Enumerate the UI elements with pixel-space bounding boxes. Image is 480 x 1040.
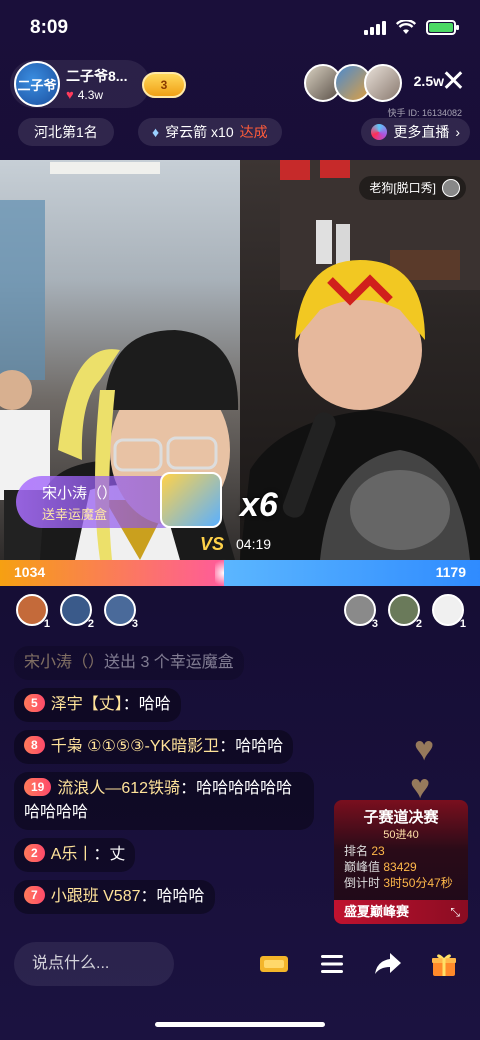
host-likes-count: 4.3w [77,87,104,102]
contributor-left-2[interactable]: 2 [60,594,94,630]
user-level-badge: 7 [24,886,45,904]
contributor-right-2[interactable]: 2 [388,594,422,630]
user-level-badge: 5 [24,694,45,712]
comment-input[interactable]: 说点什么... [14,942,174,986]
gift-icon[interactable] [424,944,464,984]
chat-text: 送出 3 个幸运魔盒 [104,654,234,671]
chat-text: ：哈哈哈 [219,738,284,755]
event-rank: 排名 23 [344,842,385,859]
chat-text: ：哈哈哈 [140,888,205,905]
user-level-badge: 2 [24,844,45,862]
close-icon[interactable]: ✕ [441,62,466,102]
home-indicator[interactable] [155,1022,325,1027]
chat-message[interactable]: 5 泽宇【丈】：哈哈 [14,688,181,722]
pk-score-bar: 1034 1179 [0,556,480,590]
bottom-bar: 说点什么... [0,938,480,988]
chat-list[interactable]: 宋小涛（）送出 3 个幸运魔盒 5 泽宇【丈】：哈哈 8 千枭 ①①⑤③-YK暗影卫… [14,646,334,922]
pk-left-score: 1034 [14,564,46,580]
gift-sender: 宋小涛（） [42,485,118,502]
event-card[interactable]: 子赛道决赛 50进40 排名 23 巅峰值 83429 倒计时 3时50分47秒… [334,800,468,924]
event-countdown-value: 3时50分47秒 [383,876,453,890]
chat-message[interactable]: 2 A乐丨：丈 [14,838,136,872]
host-likes: ♥ 4.3w [66,87,103,102]
chat-message[interactable]: 8 千枭 ①①⑤③-YK暗影卫：哈哈哈 [14,730,294,764]
event-peak-value: 83429 [383,860,417,874]
viewer-avatar[interactable] [364,64,402,102]
pk-timer: 04:19 [236,536,272,552]
guest-avatar[interactable] [442,179,460,197]
user-level-badge: 8 [24,736,45,754]
lucky-box-gift-icon [160,472,222,528]
pk-right-score: 1179 [435,564,466,580]
event-countdown: 倒计时 3时50分47秒 [344,874,453,891]
menu-icon[interactable] [312,944,352,984]
host-name[interactable]: 二子爷8... [66,66,127,86]
user-level-badge: 19 [24,778,52,796]
task-status: 达成 [239,124,268,140]
contributor-right-3[interactable]: 3 [344,594,378,630]
share-icon[interactable] [368,944,408,984]
more-live-icon [371,124,388,140]
wifi-icon [396,20,416,34]
viewer-count[interactable]: 2.5w [414,73,444,89]
contributor-left-3[interactable]: 3 [104,594,138,630]
contributor-left-1[interactable]: 1 [16,594,50,630]
event-rank-value: 23 [371,844,385,858]
event-peak: 巅峰值 83429 [344,858,417,875]
chat-username[interactable]: 千枭 ①①⑤③-YK暗影卫 [51,738,220,755]
gift-desc: 送幸运魔盒 [42,507,108,522]
status-bar: 8:09 [0,0,480,56]
vs-badge: VS [200,534,225,554]
chevron-right-icon: › [455,124,460,140]
tags-row: 河北第1名 ♦ 穿云箭 x10 达成 更多直播 › [0,118,480,148]
gift-count: x6 [240,486,278,524]
heart-icon: ♥ [66,87,74,102]
chat-text: ：哈哈 [122,696,171,713]
chat-message[interactable]: 19 流浪人—612铁骑：哈哈哈哈哈哈哈哈哈哈 [14,772,314,830]
heart-icon: ♥ [410,768,431,806]
more-live-button[interactable]: 更多直播 › [361,118,470,146]
guest-name: 老狗[脱口秀] [369,181,436,195]
expand-icon[interactable]: ⤡ [450,905,460,920]
event-rank-label: 排名 [344,844,369,858]
event-footer: 盛夏巅峰赛 [334,900,468,924]
task-label: 穿云箭 x10 [165,124,234,140]
task-tag[interactable]: ♦ 穿云箭 x10 达成 [138,118,282,146]
heart-icon: ♥ [414,730,435,768]
chat-message[interactable]: 7 小跟班 V587：哈哈哈 [14,880,215,914]
more-live-label: 更多直播 [393,124,450,140]
contributors-row: 1 2 3 3 2 1 [0,594,480,630]
guest-name-tag[interactable]: 老狗[脱口秀] [359,176,466,200]
event-countdown-label: 倒计时 [344,876,381,890]
event-peak-label: 巅峰值 [344,860,381,874]
rank-tag[interactable]: 河北第1名 [18,118,114,146]
ticket-icon[interactable] [254,944,294,984]
chat-username[interactable]: 流浪人—612铁骑 [57,780,180,797]
arrow-gift-icon: ♦ [152,124,160,140]
chat-username: 宋小涛（） [24,654,105,671]
contributor-right-1[interactable]: 1 [432,594,466,630]
chat-username[interactable]: 小跟班 V587 [51,888,141,905]
signal-icon [364,20,386,35]
event-subtitle: 50进40 [383,829,419,841]
chat-text: ：丈 [93,846,126,863]
chat-username[interactable]: 泽宇【丈】 [51,696,123,713]
status-icons [364,20,459,35]
top-viewers[interactable] [304,64,402,102]
pk-right-score-bar: 1179 [224,560,480,586]
host-avatar[interactable]: 二子爷 [14,61,60,107]
event-title: 子赛道决赛 [363,809,439,826]
live-header: 二子爷 二子爷8... ♥ 4.3w 3 2.5w ✕ 快手 ID: 16134… [0,58,480,118]
level-badge[interactable]: 3 [142,72,186,98]
chat-message[interactable]: 宋小涛（）送出 3 个幸运魔盒 [14,646,244,680]
chat-username[interactable]: A乐丨 [51,846,94,863]
battery-icon [426,20,459,35]
pk-left-score-bar: 1034 [0,556,234,590]
pk-videos: 老狗[脱口秀] 宋小涛（） 送幸运魔盒 x6 VS 04:19 [0,160,480,560]
status-time: 8:09 [30,17,69,38]
